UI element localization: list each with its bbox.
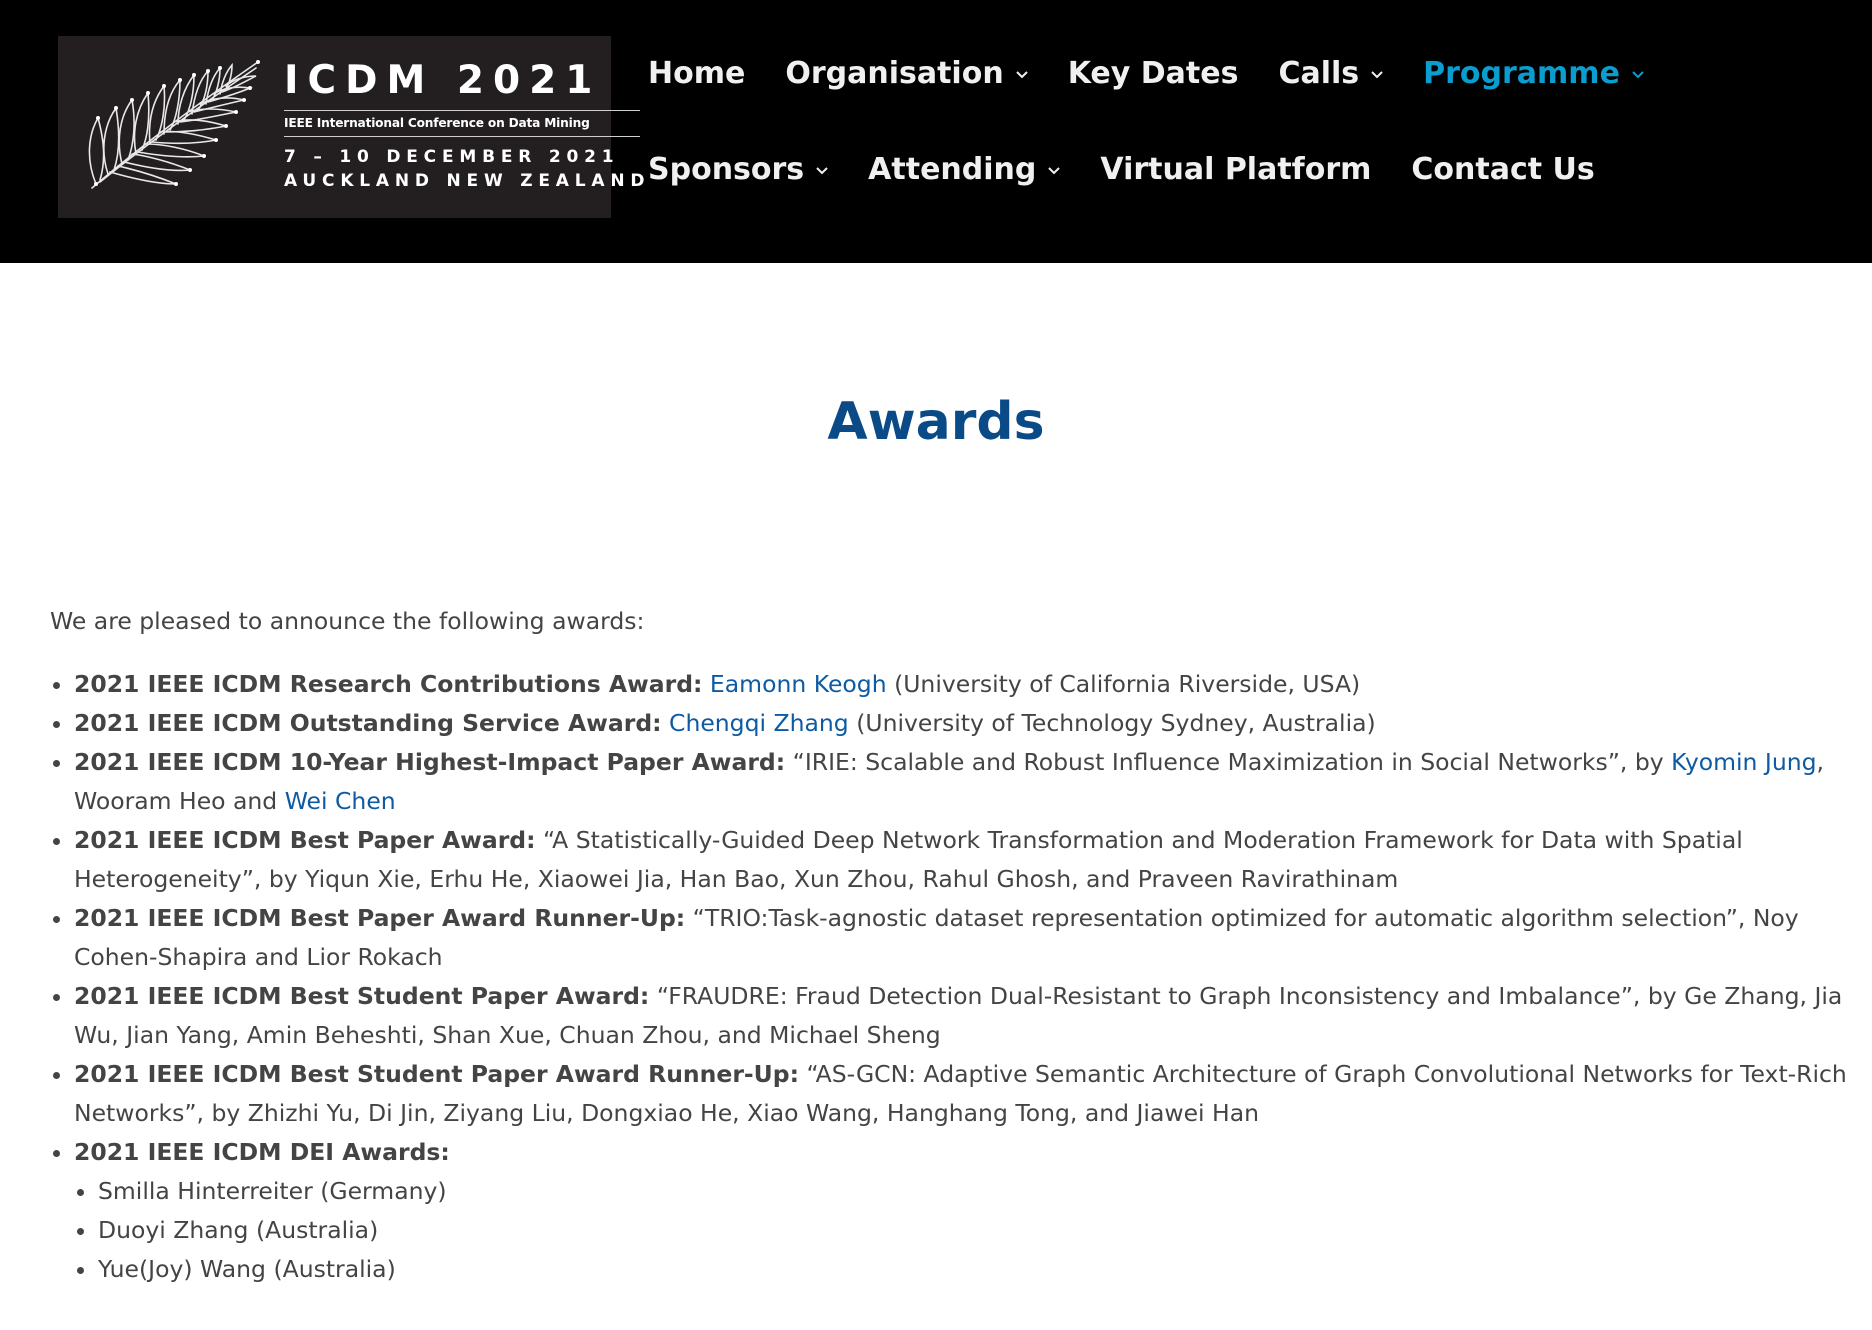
silver-fern-icon <box>88 60 260 189</box>
nav-item-label: Organisation <box>785 56 1004 91</box>
award-name: 2021 IEEE ICDM DEI Awards: <box>74 1138 450 1166</box>
nav-item-organisation[interactable]: Organisation <box>785 56 1028 91</box>
person-link[interactable]: Kyomin Jung <box>1671 748 1816 776</box>
award-name: 2021 IEEE ICDM Best Student Paper Award: <box>74 982 650 1010</box>
nav-item-sponsors[interactable]: Sponsors <box>648 152 828 187</box>
nav-item-label: Attending <box>868 152 1037 187</box>
nav-item-key-dates[interactable]: Key Dates <box>1068 56 1239 91</box>
person-link[interactable]: Eamonn Keogh <box>710 670 887 698</box>
nav-item-label: Virtual Platform <box>1100 152 1372 187</box>
award-detail-text: “IRIE: Scalable and Robust Influence Max… <box>792 748 1672 776</box>
nav-item-calls[interactable]: Calls <box>1278 56 1383 91</box>
main-nav-row-1: Home Organisation Key Dates Calls Programme <box>648 56 1684 91</box>
nav-item-label: Sponsors <box>648 152 805 187</box>
recipient-item: Duoyi Zhang (Australia) <box>77 1211 1872 1250</box>
nav-item-attending[interactable]: Attending <box>868 152 1061 187</box>
awards-list: 2021 IEEE ICDM Research Contributions Aw… <box>50 665 1872 1289</box>
logo-location: AUCKLAND NEW ZEALAND <box>284 171 651 191</box>
logo-subtitle: IEEE International Conference on Data Mi… <box>284 116 590 130</box>
chevron-down-icon[interactable] <box>1371 70 1383 79</box>
award-name: 2021 IEEE ICDM Research Contributions Aw… <box>74 670 703 698</box>
person-link[interactable]: Chengqi Zhang <box>669 709 849 737</box>
award-item: 2021 IEEE ICDM Best Paper Award Runner-U… <box>53 899 1872 977</box>
award-name: 2021 IEEE ICDM Best Paper Award: <box>74 826 536 854</box>
main-nav-row-2: Sponsors Attending Virtual Platform Contact… <box>648 152 1635 187</box>
award-detail-text: (University of California Riverside, USA… <box>886 670 1361 698</box>
nav-item-programme[interactable]: Programme <box>1423 56 1644 91</box>
site-logo[interactable]: ICDM 2021 IEEE International Conference … <box>58 36 644 218</box>
chevron-down-icon[interactable] <box>1048 166 1061 175</box>
dei-recipients-list: Smilla Hinterreiter (Germany) Duoyi Zhang… <box>74 1172 1872 1289</box>
chevron-down-icon[interactable] <box>816 166 828 175</box>
nav-item-label: Key Dates <box>1067 56 1239 91</box>
nav-item-label: Programme <box>1423 56 1620 91</box>
award-name: 2021 IEEE ICDM Best Student Paper Award … <box>74 1060 799 1088</box>
award-item: 2021 IEEE ICDM 10-Year Highest-Impact Pa… <box>53 743 1872 821</box>
logo-title: ICDM 2021 <box>284 58 602 103</box>
award-item: 2021 IEEE ICDM Outstanding Service Award… <box>53 704 1872 743</box>
chevron-down-icon[interactable] <box>1015 70 1028 79</box>
award-name: 2021 IEEE ICDM 10-Year Highest-Impact Pa… <box>74 748 786 776</box>
award-item: 2021 IEEE ICDM Best Paper Award: “A Stat… <box>53 821 1872 899</box>
award-detail-text: (University of Technology Sydney, Austra… <box>848 709 1376 737</box>
award-item: 2021 IEEE ICDM Best Student Paper Award … <box>53 1055 1872 1133</box>
award-name: 2021 IEEE ICDM Outstanding Service Award… <box>74 709 662 737</box>
nav-item-label: Home <box>648 56 746 91</box>
nav-item-virtual-platform[interactable]: Virtual Platform <box>1100 152 1371 187</box>
recipient-item: Yue(Joy) Wang (Australia) <box>77 1250 1872 1289</box>
logo-dates: 7 – 10 DECEMBER 2021 <box>284 147 620 167</box>
intro-text: We are pleased to announce the following… <box>50 607 645 635</box>
logo-divider <box>284 110 640 111</box>
recipient-item: Smilla Hinterreiter (Germany) <box>77 1172 1872 1211</box>
award-item: 2021 IEEE ICDM Best Student Paper Award:… <box>53 977 1872 1055</box>
site-header: ICDM 2021 IEEE International Conference … <box>0 0 1872 263</box>
nav-item-label: Calls <box>1278 56 1360 91</box>
nav-item-contact-us[interactable]: Contact Us <box>1411 152 1594 187</box>
person-link[interactable]: Wei Chen <box>285 787 396 815</box>
nav-item-home[interactable]: Home <box>648 56 745 91</box>
chevron-down-icon[interactable] <box>1632 70 1644 79</box>
award-item: 2021 IEEE ICDM Research Contributions Aw… <box>53 665 1872 704</box>
page-title: Awards <box>827 392 1045 452</box>
nav-item-label: Contact Us <box>1411 152 1595 187</box>
award-item: 2021 IEEE ICDM DEI Awards: Smilla Hinter… <box>53 1133 1872 1289</box>
logo-divider <box>284 136 640 137</box>
award-name: 2021 IEEE ICDM Best Paper Award Runner-U… <box>74 904 686 932</box>
